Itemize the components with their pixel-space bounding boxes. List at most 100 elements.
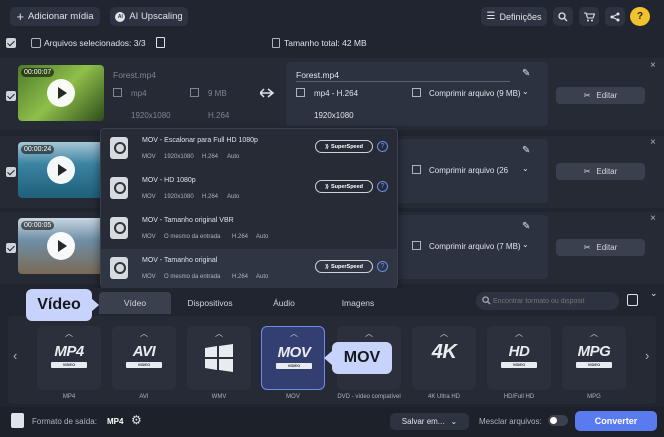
- tab-images[interactable]: Imagens: [322, 292, 394, 314]
- format-name: HD/Full HD: [503, 394, 535, 400]
- share-button[interactable]: [605, 7, 625, 26]
- format-logo-sub: VIDEO: [576, 362, 612, 368]
- preset-container: MOV: [142, 194, 156, 200]
- output-format[interactable]: mp4 - H.264: [314, 89, 358, 98]
- video-thumbnail[interactable]: 00:00:07: [18, 65, 104, 121]
- preset-popup[interactable]: MOV - Escalonar para Full HD 1080p MOV 1…: [100, 128, 398, 289]
- mov-file-icon: [110, 257, 128, 279]
- chevron-up-icon: ︿: [140, 329, 148, 338]
- preset-resolution: 1920x1080: [164, 154, 194, 160]
- vbr-file-icon: [110, 217, 128, 239]
- help-button[interactable]: ?: [630, 7, 650, 26]
- convert-button[interactable]: Converter: [575, 411, 657, 431]
- chevron-down-icon[interactable]: ⌄: [522, 164, 529, 173]
- output-settings-panel[interactable]: Forest.mp4 ✎ mp4 - H.264 Comprimir arqui…: [286, 62, 548, 126]
- play-icon[interactable]: [47, 156, 75, 184]
- help-icon[interactable]: ?: [377, 181, 388, 192]
- file-row[interactable]: 00:00:07 Forest.mp4 mp4 9 MB 1920x1080 H…: [0, 58, 664, 130]
- superspeed-badge[interactable]: ⟫ SuperSpeed: [315, 140, 373, 153]
- trash-icon[interactable]: [156, 37, 165, 48]
- merge-files-label: Mesclar arquivos:: [479, 417, 542, 426]
- cart-icon: [583, 11, 595, 21]
- format-wmv[interactable]: ︿: [187, 326, 251, 390]
- ai-upscaling-button[interactable]: AI AI Upscaling: [110, 7, 188, 26]
- preset-bitrate: Auto: [227, 194, 240, 200]
- search-button[interactable]: [553, 7, 573, 26]
- export-icon[interactable]: [627, 294, 638, 306]
- gear-icon[interactable]: ⚙: [131, 413, 142, 427]
- preset-resolution: O mesmo da entrada: [164, 274, 221, 280]
- format-logo-sub: VIDEO: [126, 362, 162, 368]
- total-size-text: Tamanho total: 42 MB: [284, 38, 367, 48]
- plus-icon: +: [16, 9, 25, 24]
- lightning-icon: ⟫: [324, 143, 329, 150]
- preset-item[interactable]: MOV - Tamanho original MOV O mesmo da en…: [101, 249, 397, 289]
- preset-resolution: O mesmo da entrada: [164, 234, 221, 240]
- chevron-down-icon[interactable]: ⌄: [522, 87, 529, 96]
- format-mp4[interactable]: ︿ MP4 VIDEO: [37, 326, 101, 390]
- compress-icon: [412, 165, 421, 174]
- tab-audio[interactable]: Áudio: [248, 292, 320, 314]
- pencil-icon[interactable]: ✎: [522, 221, 530, 232]
- format-search-box[interactable]: [476, 292, 619, 310]
- format-name: DVD - vídeo compatível: [337, 394, 401, 400]
- cart-button[interactable]: [579, 7, 599, 26]
- superspeed-label: SuperSpeed: [330, 183, 364, 190]
- format-search-input[interactable]: [493, 295, 613, 307]
- tab-devices[interactable]: Dispositivos: [174, 292, 246, 314]
- lightning-icon: ⟫: [324, 263, 329, 270]
- compress-dropdown[interactable]: Comprimir arquivo (26: [429, 166, 508, 175]
- preset-codec: H.264: [232, 234, 249, 240]
- file-checkbox[interactable]: [6, 167, 16, 177]
- pencil-icon[interactable]: ✎: [522, 145, 530, 156]
- format-hd[interactable]: ︿ HD VIDEO: [487, 326, 551, 390]
- chevron-right-icon[interactable]: ›: [645, 348, 649, 363]
- filename-underline: [296, 81, 510, 82]
- video-thumbnail[interactable]: 00:00:05: [18, 218, 104, 274]
- sliders-icon: ☰: [486, 11, 496, 22]
- preset-item[interactable]: MOV - Escalonar para Full HD 1080p MOV 1…: [101, 129, 397, 169]
- format-mov[interactable]: ︿ MOV VIDEO: [261, 326, 325, 390]
- help-icon[interactable]: ?: [377, 261, 388, 272]
- play-icon[interactable]: [47, 79, 75, 107]
- help-icon[interactable]: ?: [377, 141, 388, 152]
- chevron-down-icon[interactable]: ⌄: [522, 240, 529, 249]
- compress-icon: [412, 241, 421, 250]
- preset-bitrate: Auto: [256, 234, 269, 240]
- format-mpg[interactable]: ︿ MPG VIDEO: [562, 326, 626, 390]
- settings-button[interactable]: ☰ Definições: [481, 7, 547, 26]
- tab-video[interactable]: Vídeo: [99, 292, 171, 314]
- format-logo-sub: VIDEO: [501, 362, 537, 368]
- toggle-knob: [550, 417, 557, 424]
- format-4k[interactable]: ︿ 4K: [412, 326, 476, 390]
- superspeed-badge[interactable]: ⟫ SuperSpeed: [315, 260, 373, 273]
- format-name: 4K Ultra HD: [427, 394, 460, 400]
- edit-button[interactable]: ✂ Editar: [556, 239, 645, 256]
- compress-dropdown[interactable]: Comprimir arquivo (7 MB): [429, 242, 521, 251]
- video-thumbnail[interactable]: 00:00:24: [18, 142, 104, 198]
- add-media-button[interactable]: + Adicionar mídia: [10, 7, 100, 26]
- save-to-button[interactable]: Salvar em... ⌄: [390, 413, 469, 430]
- files-icon: [31, 38, 41, 48]
- edit-button[interactable]: ✂ Editar: [556, 163, 645, 180]
- play-icon[interactable]: [47, 232, 75, 260]
- edit-button[interactable]: ✂ Editar: [556, 87, 645, 104]
- select-all-checkbox[interactable]: [6, 38, 16, 48]
- close-icon[interactable]: ×: [650, 60, 656, 71]
- preset-item[interactable]: MOV - HD 1080p MOV 1920x1080 H.264 Auto …: [101, 169, 397, 209]
- superspeed-badge[interactable]: ⟫ SuperSpeed: [315, 180, 373, 193]
- file-checkbox[interactable]: [6, 91, 16, 101]
- format-avi[interactable]: ︿ AVI VIDEO: [112, 326, 176, 390]
- pencil-icon[interactable]: ✎: [522, 68, 530, 79]
- close-icon[interactable]: ×: [650, 137, 656, 148]
- format-name: MPG: [587, 394, 601, 400]
- close-icon[interactable]: ×: [650, 213, 656, 224]
- collapse-chevron-icon[interactable]: ⌄: [650, 288, 658, 299]
- compress-dropdown[interactable]: Comprimir arquivo (9 MB): [429, 89, 521, 98]
- merge-files-toggle[interactable]: [548, 415, 568, 426]
- file-checkbox[interactable]: [6, 243, 16, 253]
- chevron-left-icon[interactable]: ‹: [13, 348, 17, 363]
- format-logo: MOV: [277, 344, 311, 361]
- preset-codec: H.264: [232, 274, 249, 280]
- preset-item[interactable]: MOV - Tamanho original VBR MOV O mesmo d…: [101, 209, 397, 249]
